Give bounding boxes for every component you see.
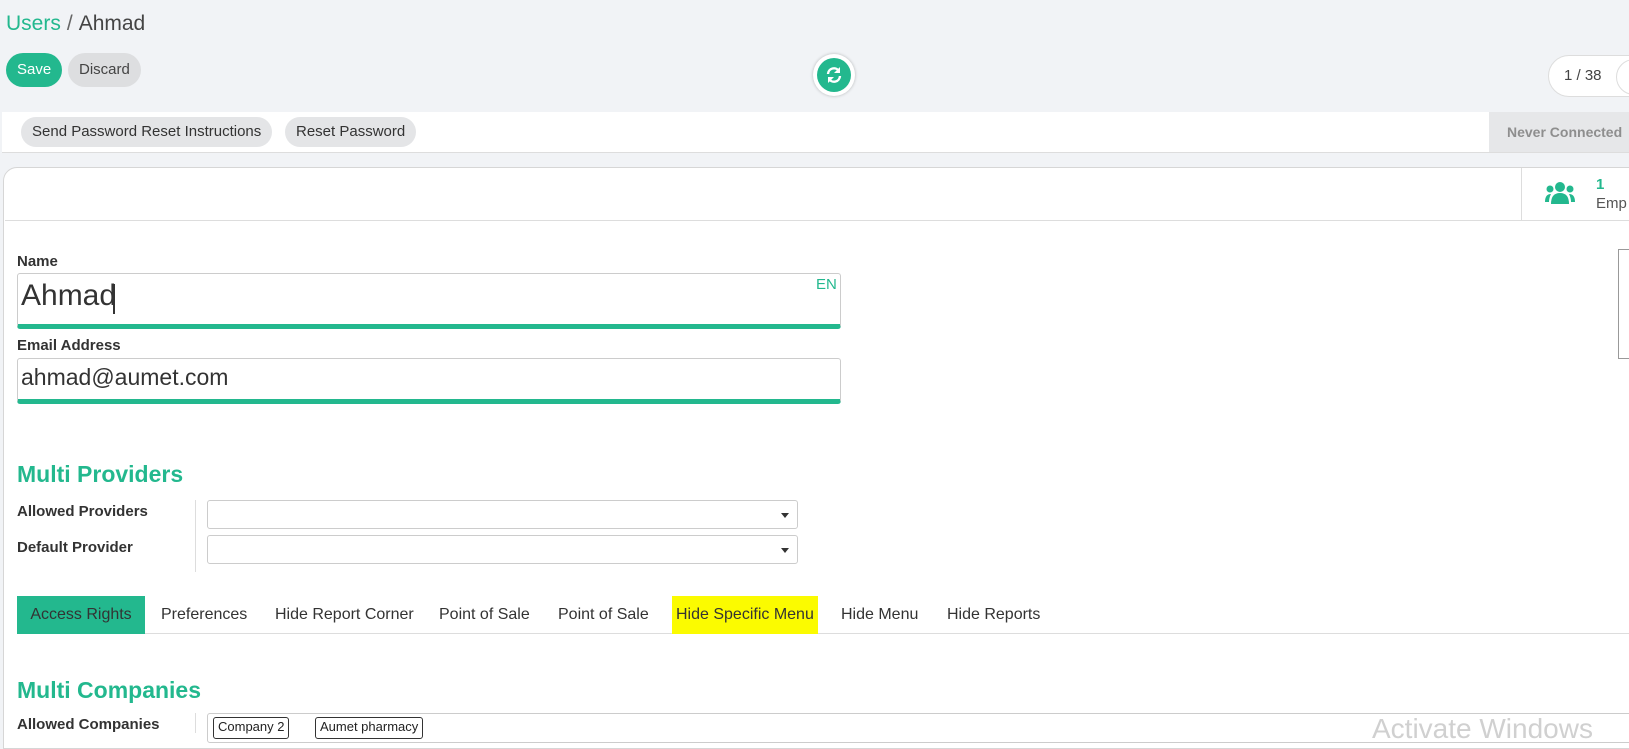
- users-icon[interactable]: [1545, 180, 1575, 213]
- multi-providers-title: Multi Providers: [17, 461, 184, 487]
- send-password-reset-button[interactable]: Send Password Reset Instructions: [21, 117, 273, 147]
- smart-button-divider: [1521, 168, 1522, 220]
- default-provider-label: Default Provider: [17, 539, 133, 556]
- reset-password-button[interactable]: Reset Password: [285, 117, 417, 147]
- multi-companies-title: Multi Companies: [17, 677, 202, 703]
- tab-hide-specific-menu[interactable]: Hide Specific Menu: [672, 596, 818, 634]
- discard-button[interactable]: Discard: [68, 53, 141, 87]
- tab-preferences[interactable]: Preferences: [161, 596, 247, 634]
- refresh-icon: [817, 58, 851, 92]
- status-never-connected[interactable]: Never Connected: [1489, 112, 1629, 152]
- employees-count[interactable]: 1: [1596, 176, 1604, 193]
- tab-hide-reports[interactable]: Hide Reports: [947, 596, 1040, 634]
- breadcrumb-separator: /: [66, 12, 73, 35]
- chevron-down-icon: [781, 513, 789, 518]
- tab-point-of-sale-2[interactable]: Point of Sale: [558, 596, 649, 634]
- activate-windows-watermark: Activate Windows: [1372, 713, 1593, 744]
- tab-access-rights[interactable]: Access Rights: [17, 596, 145, 634]
- employees-label[interactable]: Emp: [1596, 195, 1627, 212]
- name-input[interactable]: [17, 273, 841, 329]
- text-cursor: [113, 284, 115, 314]
- allowed-companies-label: Allowed Companies: [17, 716, 160, 733]
- email-value[interactable]: ahmad@aumet.com: [21, 364, 228, 391]
- label-divider: [195, 713, 196, 733]
- form-sheet: [3, 167, 1629, 749]
- company-tag[interactable]: Company 2: [213, 717, 290, 739]
- allowed-providers-label: Allowed Providers: [17, 503, 148, 520]
- tab-point-of-sale[interactable]: Point of Sale: [439, 596, 530, 634]
- breadcrumb: Users / Ahmad: [6, 12, 145, 36]
- tab-hide-report-corner[interactable]: Hide Report Corner: [275, 596, 414, 634]
- language-badge[interactable]: EN: [816, 276, 837, 293]
- button-box-divider: [5, 220, 1629, 221]
- breadcrumb-users-link[interactable]: Users: [6, 12, 61, 35]
- email-label: Email Address: [17, 337, 121, 354]
- breadcrumb-current: Ahmad: [78, 12, 146, 35]
- name-value[interactable]: Ahmad: [21, 279, 116, 313]
- refresh-button[interactable]: [813, 54, 855, 96]
- name-label: Name: [17, 253, 58, 270]
- default-provider-select[interactable]: [207, 535, 798, 564]
- avatar[interactable]: [1618, 249, 1629, 359]
- company-tag[interactable]: Aumet pharmacy: [315, 717, 424, 739]
- save-button[interactable]: Save: [6, 53, 63, 87]
- tabs-divider: [17, 633, 1629, 634]
- label-divider: [195, 500, 196, 572]
- chevron-down-icon: [781, 548, 789, 553]
- allowed-providers-select[interactable]: [207, 500, 798, 529]
- tab-hide-menu[interactable]: Hide Menu: [841, 596, 918, 634]
